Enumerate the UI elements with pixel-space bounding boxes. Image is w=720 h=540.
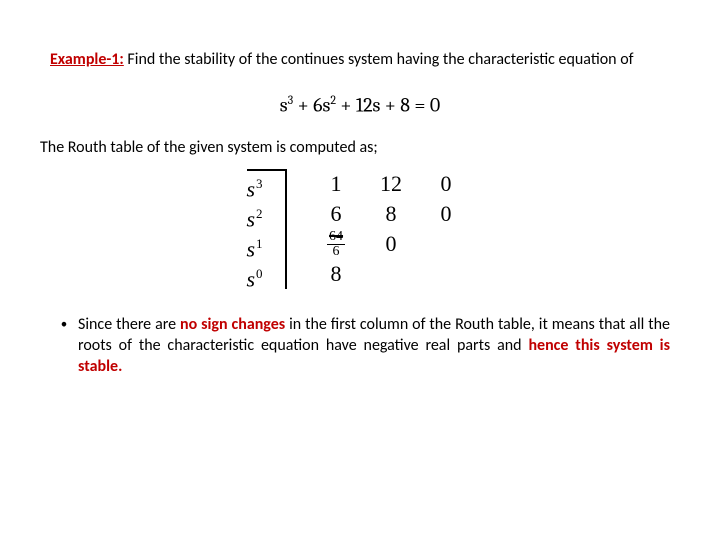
routh-label: s1	[246, 229, 262, 259]
routh-row: 8	[309, 259, 474, 289]
conclusion-text: Since there are no sign changes in the f…	[78, 315, 670, 377]
routh-cell: 0	[419, 171, 474, 197]
eq-term: + 6s	[293, 93, 330, 116]
conclusion-bullet: • Since there are no sign changes in the…	[50, 315, 670, 377]
routh-label: s2	[246, 199, 262, 229]
routh-cell: 12	[364, 171, 419, 197]
routh-row: 64 6 0	[309, 229, 474, 259]
frac-den: 6	[333, 245, 340, 259]
emph-no-sign-changes: no sign changes	[180, 315, 285, 334]
routh-cell: 1	[309, 171, 364, 197]
routh-table: s3 s2 s1 s0 1 12 0 6 8 0	[50, 169, 670, 289]
prompt-text: Find the stability of the continues syst…	[124, 50, 634, 69]
routh-cell: 6	[309, 201, 364, 227]
routh-cell: 0	[364, 231, 419, 257]
eq-term: + 12s + 8 = 0	[336, 93, 440, 116]
routh-intro: The Routh table of the given system is c…	[40, 138, 670, 159]
routh-row: 6 8 0	[309, 199, 474, 229]
routh-values: 1 12 0 6 8 0 64 6 0	[287, 169, 474, 289]
characteristic-equation: s3 + 6s2 + 12s + 8 = 0	[50, 93, 670, 117]
routh-row-labels: s3 s2 s1 s0	[246, 169, 286, 289]
bullet-icon: •	[50, 315, 78, 377]
routh-label: s3	[246, 169, 262, 199]
example-prompt: Example-1: Find the stability of the con…	[50, 50, 670, 71]
routh-cell: 8	[309, 261, 364, 287]
routh-label: s0	[246, 259, 262, 289]
routh-cell: 0	[419, 201, 474, 227]
routh-cell: 8	[364, 201, 419, 227]
example-label: Example-1:	[50, 50, 124, 69]
eq-term: s	[280, 93, 288, 116]
frac-num: 64	[327, 230, 345, 245]
routh-row: 1 12 0	[309, 169, 474, 199]
routh-cell-frac: 64 6	[309, 230, 364, 259]
slide-content: Example-1: Find the stability of the con…	[0, 0, 720, 408]
